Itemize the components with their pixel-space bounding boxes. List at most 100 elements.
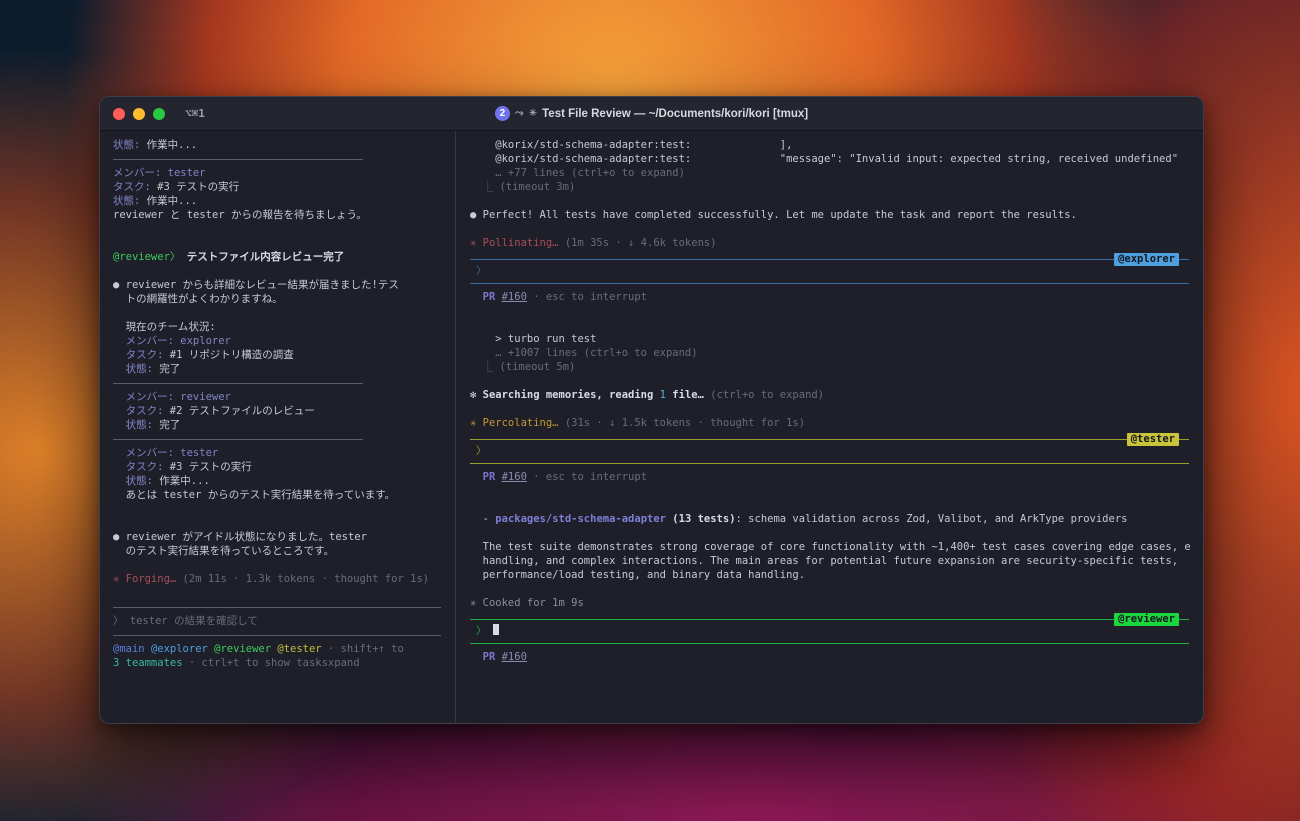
close-button[interactable]: [113, 107, 125, 120]
text-segment: 作業中...: [146, 195, 198, 207]
prompt-line[interactable]: 〉: [476, 444, 1183, 458]
text-segment: @main: [113, 643, 151, 655]
agent-badge-tester: @tester: [1126, 433, 1179, 446]
terminal-line: メンバー: tester: [113, 166, 447, 180]
terminal-line: ✳ Percolating… (31s · ↓ 1.5k tokens · th…: [470, 416, 1191, 430]
left-pane[interactable]: 状態: 作業中... メンバー: tester タスク: #3 テストの実行 状態: …: [100, 131, 456, 723]
text-segment: : schema validation across Zod, Valibot,…: [735, 513, 1128, 525]
terminal-line: 状態: 完了: [113, 418, 447, 432]
terminal-line: タスク: #1 リポジトリ構造の調査: [113, 348, 447, 362]
terminal-line: 〉 tester の結果を確認して: [113, 614, 447, 628]
pr-link[interactable]: #160: [502, 291, 527, 303]
terminal-line: handling, and complex interactions. The …: [470, 554, 1191, 568]
traffic-lights: [113, 107, 165, 120]
title-bar[interactable]: ⌥⌘1 2 ⤳ ✳ Test File Review — ~/Documents…: [100, 97, 1203, 131]
terminal-line: 状態: 作業中...: [113, 194, 447, 208]
text-segment: -: [470, 513, 496, 525]
text-segment: ✳ Percolating…: [470, 417, 565, 429]
terminal-window: ⌥⌘1 2 ⤳ ✳ Test File Review — ~/Documents…: [99, 96, 1204, 724]
terminal-line: ✳ Pollinating… (1m 35s · ↓ 4.6k tokens): [470, 236, 1191, 250]
text-segment: 状態:: [113, 475, 160, 487]
text-segment: handling, and complex interactions. The …: [470, 555, 1179, 567]
text-segment: file…: [665, 389, 711, 401]
text-segment: ✻ Searching memories, reading: [470, 389, 660, 401]
terminal-line: ⎿ (timeout 3m): [470, 180, 1191, 194]
terminal-line: 現在のチーム状況:: [113, 320, 447, 334]
right-pane[interactable]: @korix/std-schema-adapter:test: ], @kori…: [456, 131, 1203, 723]
text-segment: #3 テストの実行: [157, 181, 240, 193]
text-segment: (13 tests): [665, 513, 736, 525]
terminal-line: PR #160 · esc to interrupt: [470, 470, 1191, 484]
terminal-line: … +1007 lines (ctrl+o to expand): [470, 346, 1191, 360]
terminal-line: PR #160 · esc to interrupt: [470, 290, 1191, 304]
terminal-line: ● reviewer がアイドル状態になりました。tester: [113, 530, 447, 544]
text-segment: reviewer と tester からの報告を待ちましょう。: [113, 209, 367, 221]
text-segment: 現在のチーム状況:: [113, 321, 216, 333]
minimize-button[interactable]: [133, 107, 145, 120]
terminal-line: 状態: 完了: [113, 362, 447, 376]
agent-input-reviewer[interactable]: @reviewer 〉: [470, 613, 1189, 644]
text-segment: 状態:: [113, 419, 160, 431]
terminal-line: @main @explorer @reviewer @tester · shif…: [113, 642, 447, 656]
terminal-line: reviewer と tester からの報告を待ちましょう。: [113, 208, 447, 222]
text-segment: · ctrl+t to show tasksxpand: [188, 657, 360, 669]
terminal-line: ● Perfect! All tests have completed succ…: [470, 208, 1191, 222]
prompt-caret: 〉: [476, 265, 487, 277]
prompt-line[interactable]: 〉: [476, 264, 1183, 278]
text-segment: メンバー: tester: [113, 447, 219, 459]
text-segment: … +77 lines (ctrl+o to expand): [470, 167, 685, 179]
prompt-line[interactable]: 〉: [476, 624, 1183, 638]
terminal-line: 3 teammates · ctrl+t to show tasksxpand: [113, 656, 447, 670]
text-segment: @reviewer: [214, 643, 278, 655]
zoom-button[interactable]: [153, 107, 165, 120]
text-segment: 作業中...: [146, 139, 198, 151]
text-segment: @korix/std-schema-adapter:test: ],: [470, 139, 793, 151]
text-segment: · esc to interrupt: [526, 291, 648, 303]
text-segment: PR: [470, 471, 502, 483]
text-segment: · shift+↑ to: [327, 643, 404, 655]
text-segment: トの網羅性がよくわかりますね。: [113, 293, 283, 305]
divider: [113, 432, 447, 446]
text-segment: PR: [470, 291, 502, 303]
text-segment: タスク:: [113, 405, 170, 417]
terminal-line: ⎿ (timeout 5m): [470, 360, 1191, 374]
terminal-line: タスク: #2 テストファイルのレビュー: [113, 404, 447, 418]
text-segment: タスク:: [113, 461, 170, 473]
text-segment: #1 リポジトリ構造の調査: [169, 349, 294, 361]
text-segment: 完了: [159, 363, 181, 375]
text-segment: タスク:: [113, 181, 158, 193]
text-segment: 状態:: [113, 363, 160, 375]
terminal-line: あとは tester からのテスト実行結果を待っています。: [113, 488, 447, 502]
text-segment: ✳ Pollinating…: [470, 237, 565, 249]
window-title: 2 ⤳ ✳ Test File Review — ~/Documents/kor…: [100, 106, 1203, 121]
agent-input-explorer[interactable]: @explorer 〉: [470, 253, 1189, 284]
terminal-line: @korix/std-schema-adapter:test: ],: [470, 138, 1191, 152]
text-segment: あとは tester からのテスト実行結果を待っています。: [113, 489, 396, 501]
text-segment: 状態:: [113, 139, 147, 151]
text-segment: ● Perfect! All tests have completed succ…: [470, 209, 1077, 221]
pr-link[interactable]: #160: [502, 651, 527, 663]
divider: [113, 376, 447, 390]
text-segment: (2m 11s · 1.3k tokens · thought for 1s): [182, 573, 430, 585]
terminal-line: メンバー: explorer: [113, 334, 447, 348]
text-segment: メンバー: explorer: [113, 335, 231, 347]
text-segment: 状態:: [113, 195, 147, 207]
text-segment: #3 テストの実行: [169, 461, 252, 473]
text-segment: のテスト実行結果を待っているところです。: [113, 545, 335, 557]
agent-input-tester[interactable]: @tester 〉: [470, 433, 1189, 464]
pr-link[interactable]: #160: [502, 471, 527, 483]
text-segment: … +1007 lines (ctrl+o to expand): [470, 347, 698, 359]
text-segment: packages/std-schema-adapter: [495, 513, 666, 525]
tmux-window-shortcut: ⌥⌘1: [185, 107, 205, 120]
